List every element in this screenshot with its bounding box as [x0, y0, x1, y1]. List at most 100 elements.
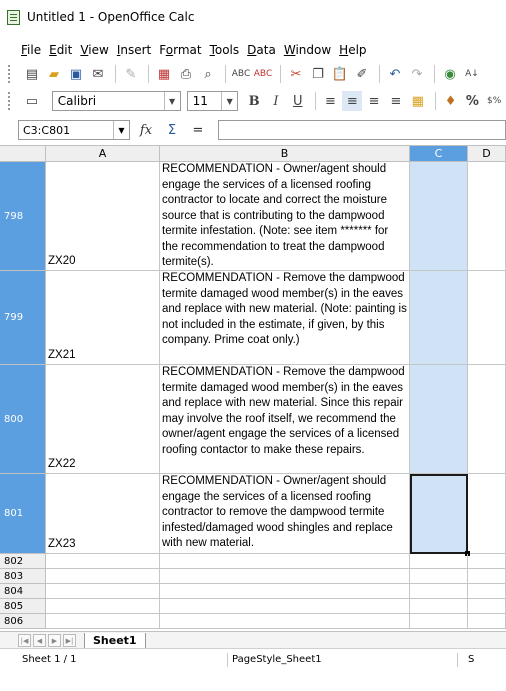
name-box[interactable]: C3:C801 ▼ — [18, 120, 130, 140]
align-left-icon[interactable]: ≡ — [321, 91, 341, 111]
row-header[interactable]: 800 — [0, 365, 46, 474]
prev-sheet-icon[interactable]: ◀ — [33, 634, 46, 647]
cell-a[interactable]: ZX21 — [46, 271, 160, 365]
cell-c[interactable] — [410, 584, 468, 599]
toolbar-grip[interactable] — [8, 65, 12, 83]
menu-help[interactable]: Help — [339, 43, 366, 57]
cell-c[interactable] — [410, 271, 468, 365]
row-header[interactable]: 805 — [0, 599, 46, 614]
print-icon[interactable]: ⎙ — [176, 64, 196, 84]
page-style[interactable]: PageStyle_Sheet1 — [228, 652, 458, 667]
cell-a[interactable] — [46, 614, 160, 629]
toolbar-grip[interactable] — [8, 92, 12, 110]
cell-b[interactable] — [160, 554, 410, 569]
column-header-a[interactable]: A — [46, 146, 160, 162]
row-header[interactable]: 801 — [0, 474, 46, 554]
cell-a[interactable] — [46, 584, 160, 599]
page-preview-icon[interactable]: ⌕ — [198, 64, 218, 84]
active-cell[interactable] — [410, 474, 468, 554]
row-header[interactable]: 802 — [0, 554, 46, 569]
bold-button[interactable]: B — [244, 91, 264, 111]
styles-icon[interactable]: ▭ — [22, 91, 42, 111]
cell-a[interactable]: ZX22 — [46, 365, 160, 474]
row-header[interactable]: 799 — [0, 271, 46, 365]
align-center-icon[interactable]: ≡ — [342, 91, 363, 111]
copy-icon[interactable]: ❐ — [308, 64, 328, 84]
row-header[interactable]: 803 — [0, 569, 46, 584]
email-icon[interactable]: ✉ — [88, 64, 108, 84]
font-name-combo[interactable]: Calibri ▼ — [51, 91, 181, 111]
sum-button[interactable]: Σ — [162, 123, 182, 138]
cell-d[interactable] — [468, 599, 506, 614]
menu-window[interactable]: Window — [284, 43, 331, 57]
justify-icon[interactable]: ≡ — [386, 91, 406, 111]
paste-icon[interactable]: 📋 — [330, 64, 350, 84]
merge-cells-icon[interactable]: ▦ — [408, 91, 428, 111]
cell-c[interactable] — [410, 162, 468, 271]
menu-tools[interactable]: Tools — [210, 43, 240, 57]
number-format-button[interactable]: $% — [484, 91, 504, 111]
function-button[interactable]: = — [188, 123, 208, 138]
menu-data[interactable]: Data — [247, 43, 276, 57]
formula-input[interactable] — [218, 120, 506, 140]
cell-d[interactable] — [468, 584, 506, 599]
column-header-c[interactable]: C — [410, 146, 468, 162]
menu-file[interactable]: File — [21, 43, 41, 57]
cell-b[interactable]: RECOMMENDATION - Remove the dampwood ter… — [160, 365, 410, 474]
menu-insert[interactable]: Insert — [117, 43, 151, 57]
edit-file-icon[interactable]: ✎ — [121, 64, 141, 84]
new-document-icon[interactable]: ▤ — [22, 64, 42, 84]
cell-d[interactable] — [468, 614, 506, 629]
navigator-icon[interactable]: ◉ — [440, 64, 460, 84]
chevron-down-icon[interactable]: ▼ — [221, 92, 237, 110]
select-all-corner[interactable] — [0, 146, 46, 162]
cut-icon[interactable]: ✂ — [286, 64, 306, 84]
cell-d[interactable] — [468, 365, 506, 474]
export-pdf-icon[interactable]: ▦ — [154, 64, 174, 84]
row-header[interactable]: 798 — [0, 162, 46, 271]
cell-b[interactable] — [160, 569, 410, 584]
cell-b[interactable] — [160, 599, 410, 614]
cell-b[interactable]: RECOMMENDATION - Owner/agent should enga… — [160, 162, 410, 271]
clone-formatting-icon[interactable]: ✐ — [352, 64, 372, 84]
last-sheet-icon[interactable]: ▶| — [63, 634, 76, 647]
function-wizard-button[interactable]: fx — [136, 123, 156, 138]
save-icon[interactable]: ▣ — [66, 64, 86, 84]
spreadsheet-grid[interactable]: A B C D 798 ZX20 RECOMMENDATION - Owner/agent … — [0, 145, 506, 631]
align-right-icon[interactable]: ≡ — [364, 91, 384, 111]
cell-c[interactable] — [410, 569, 468, 584]
menu-view[interactable]: View — [80, 43, 108, 57]
cell-c[interactable] — [410, 554, 468, 569]
currency-icon[interactable]: ♦ — [441, 91, 461, 111]
autospellcheck-icon[interactable]: ABC — [253, 64, 273, 84]
row-header[interactable]: 804 — [0, 584, 46, 599]
menu-edit[interactable]: Edit — [49, 43, 72, 57]
cell-d[interactable] — [468, 474, 506, 554]
cell-d[interactable] — [468, 271, 506, 365]
redo-icon[interactable]: ↷ — [407, 64, 427, 84]
cell-c[interactable] — [410, 599, 468, 614]
cell-a[interactable]: ZX20 — [46, 162, 160, 271]
cell-b[interactable] — [160, 584, 410, 599]
next-sheet-icon[interactable]: ▶ — [48, 634, 61, 647]
cell-c[interactable] — [410, 614, 468, 629]
cell-d[interactable] — [468, 162, 506, 271]
cell-b[interactable]: RECOMMENDATION - Owner/agent should enga… — [160, 474, 410, 554]
spellcheck-icon[interactable]: ABC — [231, 64, 251, 84]
cell-c[interactable] — [410, 365, 468, 474]
cell-d[interactable] — [468, 554, 506, 569]
cell-a[interactable] — [46, 599, 160, 614]
cell-d[interactable] — [468, 569, 506, 584]
undo-icon[interactable]: ↶ — [385, 64, 405, 84]
cell-a[interactable] — [46, 569, 160, 584]
menu-format[interactable]: Format — [159, 43, 201, 57]
column-header-d[interactable]: D — [468, 146, 506, 162]
chevron-down-icon[interactable]: ▼ — [163, 92, 180, 110]
cell-b[interactable]: RECOMMENDATION - Remove the dampwood ter… — [160, 271, 410, 365]
tab-sheet1[interactable]: Sheet1 — [84, 632, 146, 649]
cell-a[interactable]: ZX23 — [46, 474, 160, 554]
underline-button[interactable]: U — [288, 91, 308, 111]
first-sheet-icon[interactable]: |◀ — [18, 634, 31, 647]
row-header[interactable]: 806 — [0, 614, 46, 629]
italic-button[interactable]: I — [266, 91, 286, 111]
